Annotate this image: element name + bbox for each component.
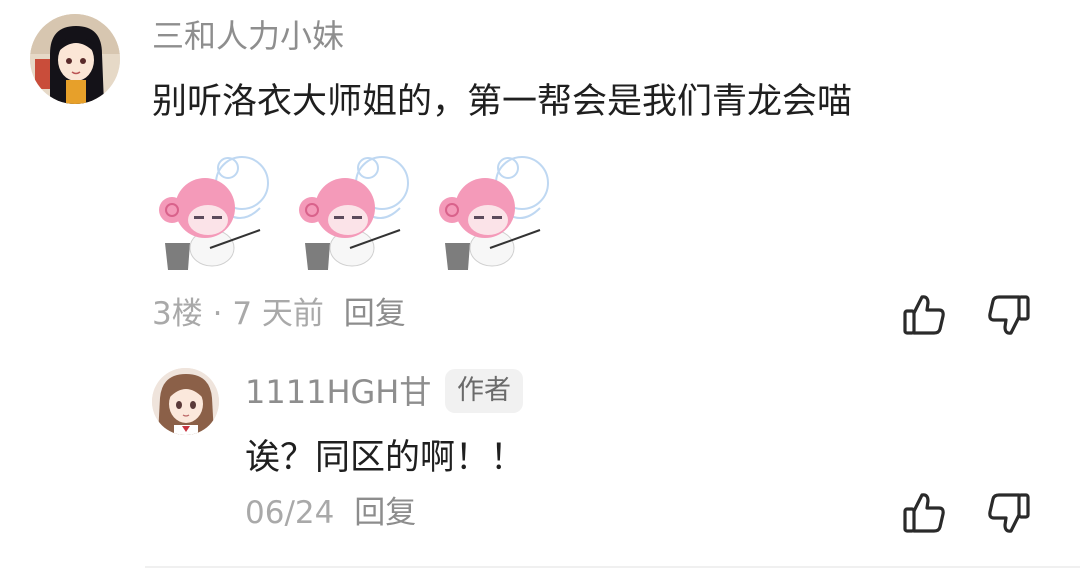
thumbs-up-icon[interactable] [900,489,948,537]
reply-time: 06/24 [245,495,335,531]
reply-button[interactable]: 回复 [354,495,416,531]
reply-username[interactable]: 1111HGH甘 [245,372,431,412]
meta-separator: · [212,296,223,332]
comment-text: 别听洛衣大师姐的，第一帮会是我们青龙会喵 [152,82,853,122]
reply-avatar[interactable] [152,368,219,435]
thumbs-down-icon[interactable] [985,489,1033,537]
thumbs-down-icon[interactable] [985,291,1033,339]
anime-girl-avatar-icon [152,368,219,435]
sticker-pink-chibi-icon [439,156,549,270]
comment-meta: 3楼 · 7 天前 回复 [152,294,406,334]
author-badge: 作者 [445,369,523,413]
thumbs-up-icon[interactable] [900,291,948,339]
comment-time: 7 天前 [232,296,324,332]
reply-meta: 06/24 回复 [245,493,416,533]
commenter-avatar[interactable] [30,14,120,104]
reply-button[interactable]: 回复 [344,296,406,332]
commenter-username[interactable]: 三和人力小妹 [152,16,344,56]
reply-text: 诶？同区的啊！！ [245,438,526,478]
sticker-row [150,148,580,278]
floor-number: 3楼 [152,296,203,332]
divider [145,566,1080,568]
sticker-pink-chibi-icon [159,156,269,270]
sticker-pink-chibi-icon [299,156,409,270]
anime-girl-avatar-icon [30,14,120,104]
